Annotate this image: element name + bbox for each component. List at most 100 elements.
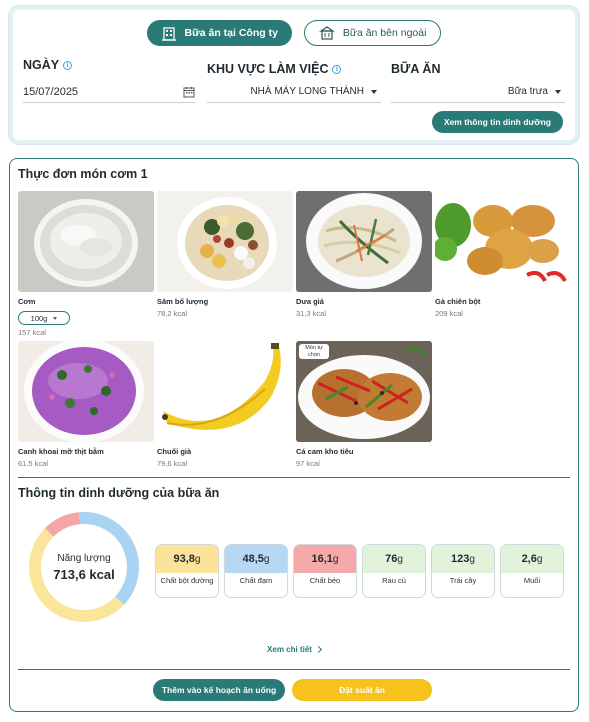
- dish-image-banana: [157, 341, 293, 442]
- dish-card[interactable]: Cơm 100g 157 kcal: [18, 191, 154, 337]
- nutrient-unit: g: [469, 553, 475, 565]
- portion-value: 100g: [30, 313, 48, 323]
- tab-outside-meal-label: Bữa ăn bên ngoài: [342, 27, 427, 39]
- dish-name: Chuối già: [157, 447, 192, 456]
- company-building-icon: [161, 27, 176, 41]
- meal-source-tabs: Bữa ăn tại Công ty Bữa ăn bên ngoài: [13, 20, 575, 46]
- dish-card[interactable]: Dưa giá 31,3 kcal: [296, 191, 432, 318]
- restaurant-icon: [318, 26, 335, 40]
- dish-card[interactable]: Món tự chọn Cá cam kho tiêu 97 kcal: [296, 341, 432, 468]
- chevron-down-icon: [555, 89, 561, 94]
- meal-select[interactable]: Bữa trưa: [391, 81, 565, 103]
- nutrient-number: 76: [385, 553, 398, 565]
- dish-kcal: 61,5 kcal: [18, 459, 49, 468]
- nutrient-value: 48,5 g: [225, 545, 287, 573]
- nutrition-title: Thông tin dinh dưỡng của bữa ăn: [18, 486, 220, 500]
- nutrient-value: 2,6 g: [501, 545, 563, 573]
- dish-name: Cơm: [18, 297, 36, 306]
- nutrient-number: 93,8: [173, 553, 195, 565]
- dish-name: Gà chiên bột: [435, 297, 481, 306]
- nutrient-unit: g: [263, 553, 270, 565]
- dish-kcal: 97 kcal: [296, 459, 320, 468]
- nutrient-unit: g: [332, 553, 339, 565]
- dish-image-pickled-sprouts: [296, 191, 432, 292]
- work-area-label: KHU VỰC LÀM VIỆC i: [207, 62, 342, 76]
- date-label-text: NGÀY: [23, 58, 60, 72]
- nutrient-salt: 2,6 g Muối: [500, 544, 564, 598]
- chevron-right-icon: [314, 645, 322, 654]
- nutrient-value: 16,1 g: [294, 545, 356, 573]
- optional-dish-badge: Món tự chọn: [299, 344, 329, 360]
- dish-card[interactable]: Chuối già 79,6 kcal: [157, 341, 293, 468]
- dish-kcal: 209 kcal: [435, 309, 463, 318]
- view-nutrition-button[interactable]: Xem thông tin dinh dưỡng: [431, 111, 563, 133]
- energy-label: Năng lượng: [57, 553, 111, 564]
- nutrient-unit: g: [536, 553, 543, 565]
- dish-kcal: 31,3 kcal: [296, 309, 327, 318]
- calendar-icon[interactable]: [183, 86, 195, 98]
- divider: [18, 477, 570, 478]
- menu-title: Thực đơn món cơm 1: [18, 167, 148, 181]
- info-icon[interactable]: i: [332, 64, 342, 74]
- divider: [18, 669, 570, 670]
- nutrient-value: 93,8 g: [156, 545, 218, 573]
- info-icon[interactable]: i: [63, 60, 73, 70]
- nutrient-label: Chất bột đường: [160, 576, 214, 585]
- nutrient-fruit: 123 g Trái cây: [431, 544, 495, 598]
- work-area-select[interactable]: NHÀ MÁY LONG THÀNH: [207, 81, 381, 103]
- nutrient-number: 48,5: [242, 553, 264, 565]
- meal-filter-card: Bữa ăn tại Công ty Bữa ăn bên ngoài NGÀY…: [9, 6, 579, 144]
- dish-name: Sâm bổ lượng: [157, 297, 209, 306]
- nutrient-carb: 93,8 g Chất bột đường: [155, 544, 219, 598]
- view-detail-link[interactable]: Xem chi tiết: [10, 645, 578, 654]
- nutrient-unit: g: [194, 553, 201, 565]
- tab-outside-meal[interactable]: Bữa ăn bên ngoài: [303, 20, 442, 46]
- dish-card[interactable]: Sâm bổ lượng 78,2 kcal: [157, 191, 293, 318]
- chevron-down-icon: [53, 316, 58, 320]
- chevron-down-icon: [371, 89, 377, 94]
- dish-image-sweet-soup: [157, 191, 293, 292]
- nutrient-protein: 48,5 g Chất đạm: [224, 544, 288, 598]
- tab-company-meal-label: Bữa ăn tại Công ty: [184, 27, 278, 39]
- meal-label-text: BỮA ĂN: [391, 62, 441, 76]
- nutrient-number: 2,6: [521, 553, 537, 565]
- nutrient-fat: 16,1 g Chất béo: [293, 544, 357, 598]
- nutrient-label: Trái cây: [449, 576, 477, 585]
- dish-image-purple-yam-soup: [18, 341, 154, 442]
- dish-image-rice: [18, 191, 154, 292]
- dish-kcal: 157 kcal: [18, 328, 46, 337]
- energy-value: 713,6 kcal: [53, 567, 115, 582]
- date-value: 15/07/2025: [23, 85, 79, 98]
- dish-kcal: 79,6 kcal: [157, 459, 188, 468]
- nutrient-unit: g: [397, 553, 403, 565]
- nutrient-value: 123 g: [432, 545, 494, 573]
- dish-name: Dưa giá: [296, 297, 324, 306]
- nutrient-label: Muối: [523, 576, 541, 585]
- view-detail-label: Xem chi tiết: [267, 645, 312, 654]
- add-to-meal-plan-button[interactable]: Thêm vào kế hoạch ăn uống: [153, 679, 285, 701]
- tab-company-meal[interactable]: Bữa ăn tại Công ty: [146, 20, 292, 46]
- date-field[interactable]: 15/07/2025: [23, 81, 195, 103]
- date-label: NGÀY i: [23, 58, 73, 72]
- dish-image-fried-chicken: [435, 191, 571, 292]
- meal-value: Bữa trưa: [507, 86, 548, 97]
- nutrient-number: 123: [451, 553, 470, 565]
- meal-menu-card: Thực đơn món cơm 1 Cơm 100g 157 kcal Sâm…: [9, 158, 579, 712]
- meal-label: BỮA ĂN: [391, 62, 441, 76]
- nutrient-number: 16,1: [311, 553, 333, 565]
- nutrient-value: 76 g: [363, 545, 425, 573]
- dish-kcal: 78,2 kcal: [157, 309, 188, 318]
- dish-image-braised-fish: Món tự chọn: [296, 341, 432, 442]
- dish-name: Cá cam kho tiêu: [296, 447, 354, 456]
- work-area-value: NHÀ MÁY LONG THÀNH: [250, 86, 364, 97]
- dish-card[interactable]: Gà chiên bột 209 kcal: [435, 191, 571, 318]
- portion-select[interactable]: 100g: [18, 311, 70, 325]
- nutrient-label: Chất đạm: [239, 576, 273, 585]
- work-area-label-text: KHU VỰC LÀM VIỆC: [207, 62, 329, 76]
- order-meal-button[interactable]: Đặt suất ăn: [292, 679, 432, 701]
- dish-card[interactable]: Canh khoai mỡ thịt bằm 61,5 kcal: [18, 341, 154, 468]
- dish-name: Canh khoai mỡ thịt bằm: [18, 447, 104, 456]
- nutrient-vegetables: 76 g Rau củ: [362, 544, 426, 598]
- nutrient-label: Rau củ: [382, 576, 406, 585]
- nutrient-label: Chất béo: [309, 576, 341, 585]
